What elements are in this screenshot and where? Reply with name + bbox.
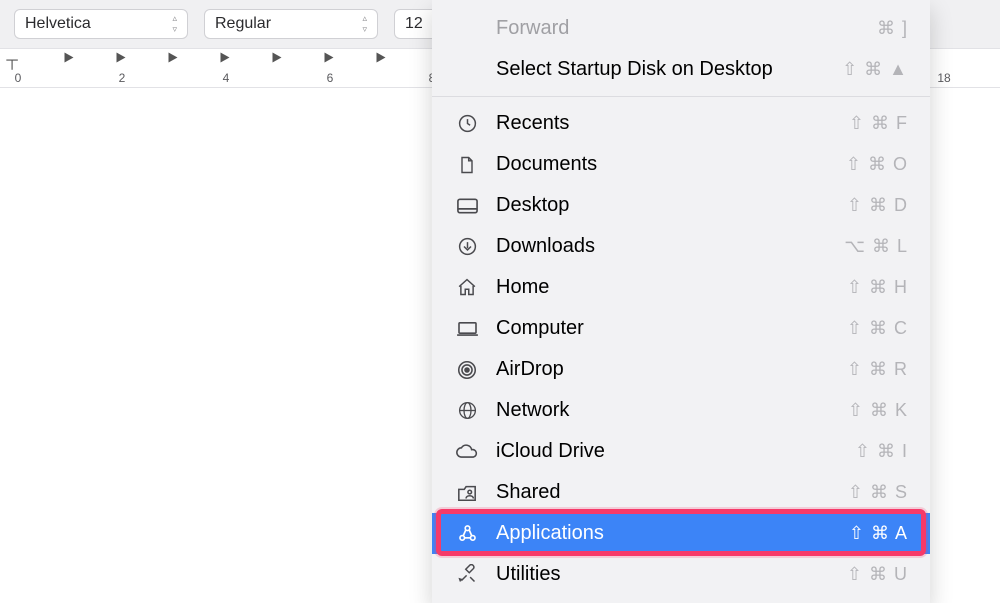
menu-item-shortcut: ⇧ ⌘ ▲ xyxy=(842,59,908,80)
menu-item-shortcut: ⇧ ⌘ C xyxy=(847,318,908,339)
menu-item-shortcut: ⇧ ⌘ K xyxy=(848,400,908,421)
font-style-value: Regular xyxy=(215,15,271,33)
utilities-icon xyxy=(454,564,480,585)
menu-item-shortcut: ⇧ ⌘ H xyxy=(847,277,908,298)
recents-icon xyxy=(454,113,480,134)
icloud-drive-icon xyxy=(454,443,480,460)
ruler-tick-label: 6 xyxy=(327,71,334,85)
applications-icon xyxy=(454,523,480,544)
menu-item-label: Recents xyxy=(496,112,849,135)
menu-item-computer[interactable]: Computer⇧ ⌘ C xyxy=(432,308,930,349)
menu-item-documents[interactable]: Documents⇧ ⌘ O xyxy=(432,144,930,185)
menu-item-label: Network xyxy=(496,399,848,422)
menu-item-network[interactable]: Network⇧ ⌘ K xyxy=(432,390,930,431)
menu-item-select-startup-disk[interactable]: Select Startup Disk on Desktop ⇧ ⌘ ▲ xyxy=(432,49,930,90)
tab-stop-marker[interactable] xyxy=(221,53,230,63)
menu-separator xyxy=(432,96,930,97)
home-icon xyxy=(454,277,480,298)
font-select[interactable]: Helvetica ▵▿ xyxy=(14,9,188,39)
menu-item-shortcut: ⇧ ⌘ A xyxy=(849,523,908,544)
menu-item-shortcut: ⇧ ⌘ I xyxy=(855,441,908,462)
menu-item-label: Select Startup Disk on Desktop xyxy=(496,58,842,81)
first-line-indent-marker[interactable]: ┬ xyxy=(5,52,19,66)
tab-stop-marker[interactable] xyxy=(117,53,126,63)
shared-icon xyxy=(454,483,480,503)
downloads-icon xyxy=(454,236,480,257)
menu-item-forward: Forward ⌘ ] xyxy=(432,8,930,49)
documents-icon xyxy=(454,154,480,176)
tab-stop-marker[interactable] xyxy=(65,53,74,63)
menu-item-label: Utilities xyxy=(496,563,847,586)
tab-stop-marker[interactable] xyxy=(325,53,334,63)
menu-item-recents[interactable]: Recents⇧ ⌘ F xyxy=(432,103,930,144)
menu-item-shortcut: ⇧ ⌘ U xyxy=(847,564,908,585)
menu-item-desktop[interactable]: Desktop⇧ ⌘ D xyxy=(432,185,930,226)
tab-stop-marker[interactable] xyxy=(169,53,178,63)
font-size-value: 12 xyxy=(405,15,423,33)
menu-item-applications[interactable]: Applications⇧ ⌘ A xyxy=(432,513,930,554)
menu-item-label: Computer xyxy=(496,317,847,340)
menu-item-label: Desktop xyxy=(496,194,847,217)
go-menu: Forward ⌘ ] Select Startup Disk on Deskt… xyxy=(432,0,930,603)
tab-stop-marker[interactable] xyxy=(273,53,282,63)
menu-item-shortcut: ⌥ ⌘ L xyxy=(844,236,908,257)
desktop-icon xyxy=(454,197,480,215)
menu-item-downloads[interactable]: Downloads⌥ ⌘ L xyxy=(432,226,930,267)
menu-item-label: Documents xyxy=(496,153,846,176)
tab-stop-marker[interactable] xyxy=(377,53,386,63)
menu-item-shared[interactable]: Shared⇧ ⌘ S xyxy=(432,472,930,513)
menu-item-label: Forward xyxy=(496,17,877,40)
menu-item-home[interactable]: Home⇧ ⌘ H xyxy=(432,267,930,308)
updown-caret-icon: ▵▿ xyxy=(362,13,367,35)
menu-item-shortcut: ⇧ ⌘ F xyxy=(849,113,908,134)
menu-item-label: iCloud Drive xyxy=(496,440,855,463)
menu-item-shortcut: ⇧ ⌘ O xyxy=(846,154,908,175)
menu-item-label: Shared xyxy=(496,481,848,504)
menu-item-shortcut: ⌘ ] xyxy=(877,18,908,39)
font-select-value: Helvetica xyxy=(25,15,91,33)
menu-item-label: Applications xyxy=(496,522,849,545)
ruler-tick-label: 2 xyxy=(119,71,126,85)
ruler-tick-label: 4 xyxy=(223,71,230,85)
ruler-tick-label: 0 xyxy=(15,71,22,85)
network-icon xyxy=(454,400,480,421)
menu-item-label: Home xyxy=(496,276,847,299)
ruler-tick-label: 18 xyxy=(937,71,950,85)
menu-item-label: Downloads xyxy=(496,235,844,258)
font-style-select[interactable]: Regular ▵▿ xyxy=(204,9,378,39)
updown-caret-icon: ▵▿ xyxy=(172,13,177,35)
menu-item-shortcut: ⇧ ⌘ D xyxy=(847,195,908,216)
computer-icon xyxy=(454,320,480,337)
menu-item-icloud-drive[interactable]: iCloud Drive⇧ ⌘ I xyxy=(432,431,930,472)
menu-item-shortcut: ⇧ ⌘ R xyxy=(847,359,908,380)
menu-item-shortcut: ⇧ ⌘ S xyxy=(848,482,908,503)
menu-item-utilities[interactable]: Utilities⇧ ⌘ U xyxy=(432,554,930,595)
menu-item-label: AirDrop xyxy=(496,358,847,381)
airdrop-icon xyxy=(454,359,480,381)
menu-item-airdrop[interactable]: AirDrop⇧ ⌘ R xyxy=(432,349,930,390)
